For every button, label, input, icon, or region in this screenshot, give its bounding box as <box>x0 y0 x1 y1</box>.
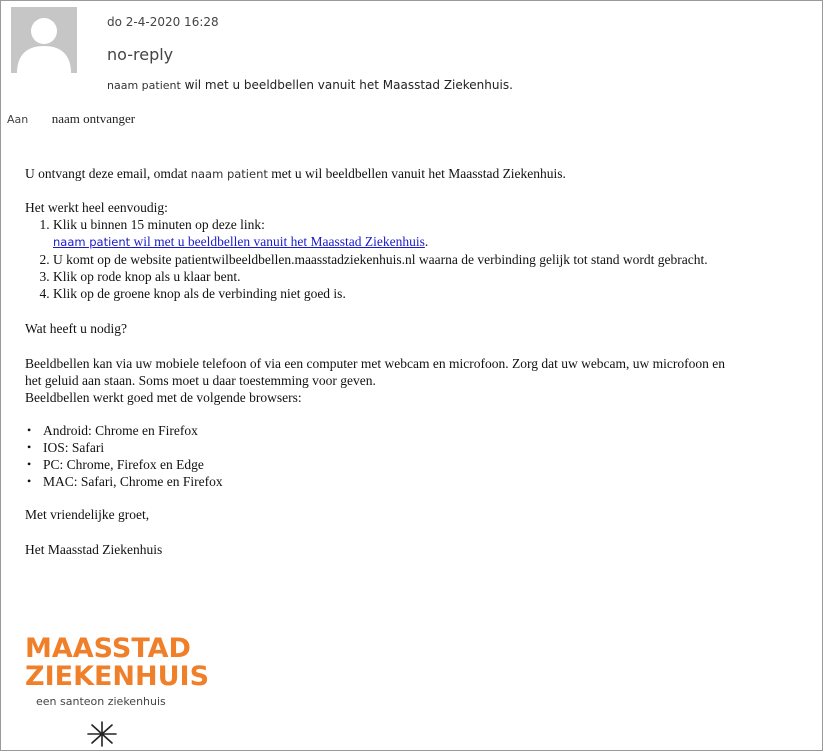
maasstad-logo: MAASSTAD ZIEKENHUIS een santeon ziekenhu… <box>25 633 215 747</box>
browser-item-pc: PC: Chrome, Firefox en Edge <box>25 456 820 473</box>
intro-paragraph: U ontvangt deze email, omdat naam patien… <box>25 165 820 183</box>
asterisk-star-icon <box>85 719 119 750</box>
webcam-line-2: het geluid aan staan. Soms moet u daar t… <box>25 373 376 388</box>
email-subject: naam patient wil met u beeldbellen vanui… <box>107 78 513 92</box>
sent-date: do 2-4-2020 16:28 <box>107 15 219 29</box>
webcam-line-1: Beeldbellen kan via uw mobiele telefoon … <box>25 356 726 371</box>
step-4: Klik op de groene knop als de verbinding… <box>53 285 820 302</box>
logo-line-1: MAASSTAD <box>25 633 191 664</box>
call-link-period: . <box>424 234 429 249</box>
browser-item-mac: MAC: Safari, Chrome en Firefox <box>25 473 820 490</box>
intro-text-before: U ontvangt deze email, omdat <box>25 166 191 181</box>
browsers-intro: Beeldbellen werkt goed met de volgende b… <box>25 390 302 405</box>
sender-name[interactable]: no-reply <box>107 45 173 64</box>
requirements-title: Wat heeft u nodig? <box>25 321 128 336</box>
subject-text: wil met u beeldbellen vanuit het Maassta… <box>180 78 513 92</box>
step-1: Klik u binnen 15 minuten op deze link: n… <box>53 216 820 251</box>
email-body: U ontvangt deze email, omdat naam patien… <box>25 165 820 558</box>
step-1-text: Klik u binnen 15 minuten op deze link: <box>53 217 265 232</box>
intro-patient-name: naam patient <box>190 167 268 181</box>
instructions-title: Het werkt heel eenvoudig: <box>25 200 168 215</box>
call-link-text[interactable]: wil met u beeldbellen vanuit het Maassta… <box>130 234 425 249</box>
recipient-row: Aan naam ontvanger <box>7 111 135 127</box>
sender-avatar-icon[interactable] <box>11 7 77 73</box>
intro-text-after: met u wil beeldbellen vanuit het Maassta… <box>267 166 566 181</box>
browser-item-ios: IOS: Safari <box>25 439 820 456</box>
to-label: Aan <box>7 113 29 126</box>
logo-tagline: een santeon ziekenhuis <box>36 695 166 708</box>
step-3: Klik op rode knop als u klaar bent. <box>53 268 820 285</box>
closing-organization: Het Maasstad Ziekenhuis <box>25 542 163 557</box>
call-link[interactable]: naam patient wil met u beeldbellen vanui… <box>53 233 820 251</box>
call-link-patient-name[interactable]: naam patient <box>53 235 130 249</box>
recipient-name[interactable]: naam ontvanger <box>52 111 135 126</box>
step-2: U komt op de website patientwilbeeldbell… <box>53 251 820 268</box>
email-reading-pane: do 2-4-2020 16:28 no-reply naam patient … <box>0 0 823 751</box>
closing-regards: Met vriendelijke groet, <box>25 507 150 522</box>
logo-line-2: ZIEKENHUIS <box>25 661 210 692</box>
instructions-list: Klik u binnen 15 minuten op deze link: n… <box>25 216 820 302</box>
browsers-list: Android: Chrome en Firefox IOS: Safari P… <box>25 422 820 490</box>
subject-patient-name: naam patient <box>107 79 181 92</box>
browser-item-android: Android: Chrome en Firefox <box>25 422 820 439</box>
